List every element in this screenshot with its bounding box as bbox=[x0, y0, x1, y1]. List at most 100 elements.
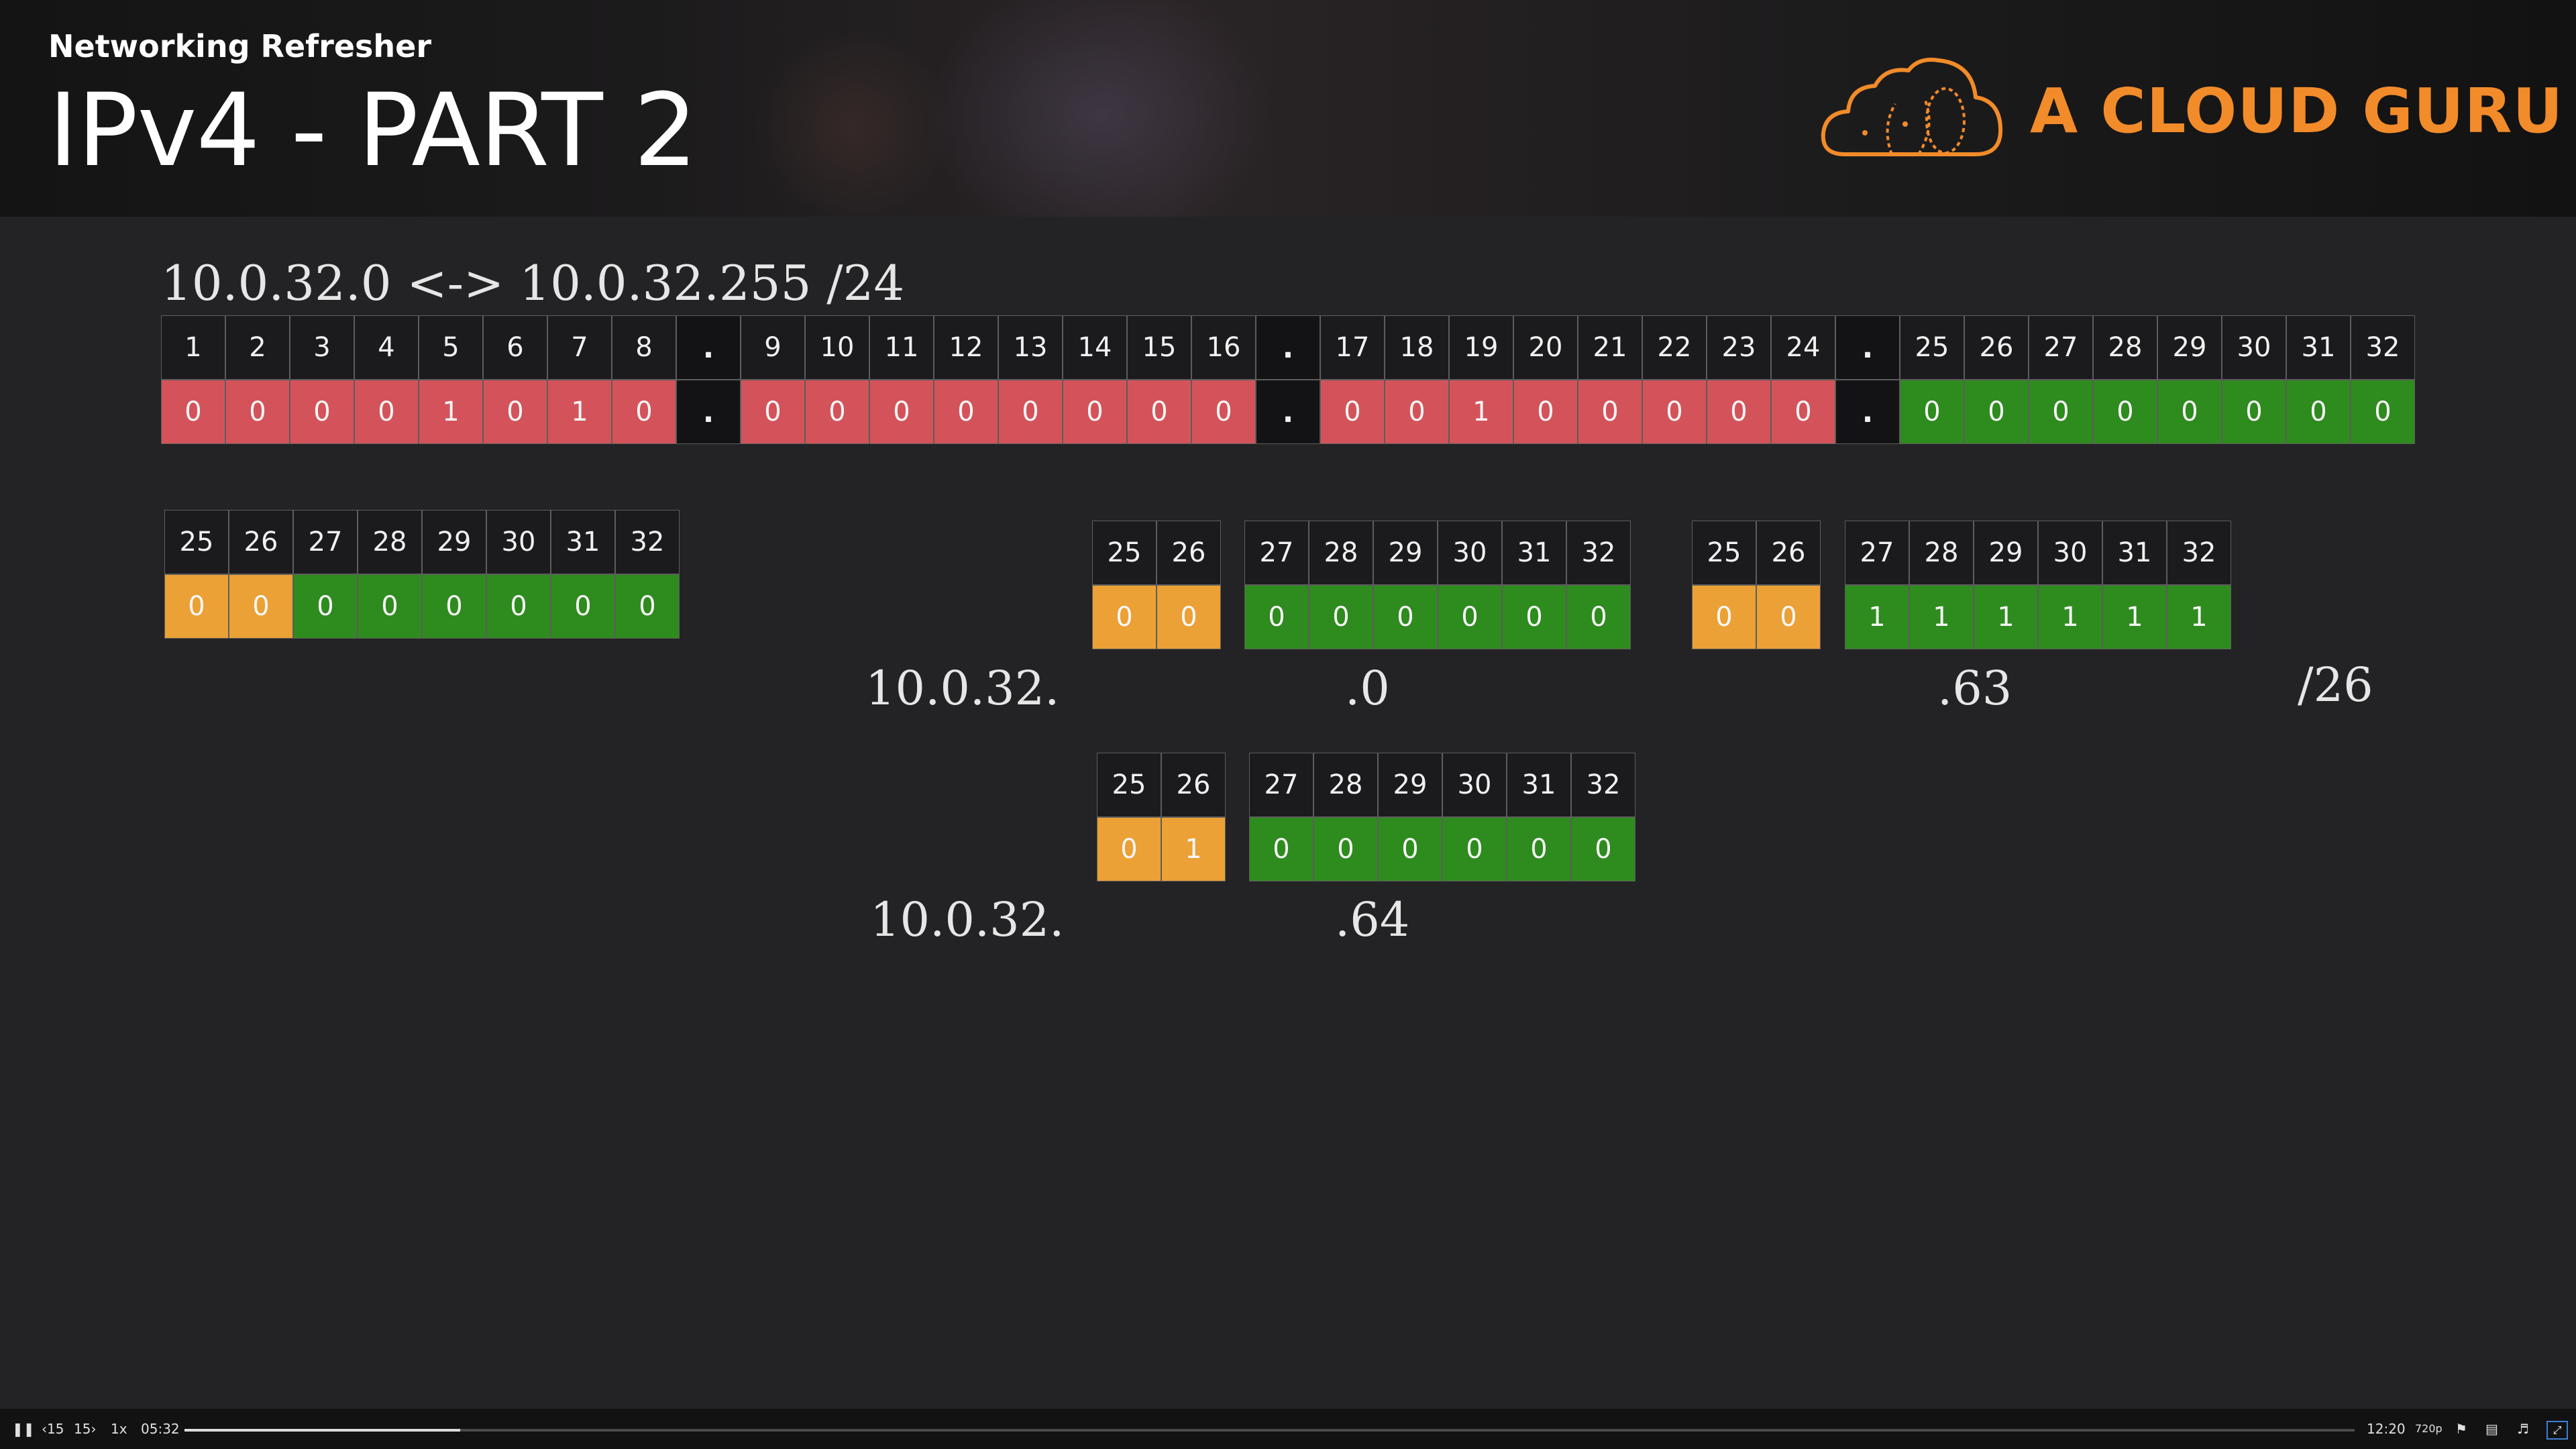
bit-value-red: 0 bbox=[1063, 380, 1127, 444]
bit-position-header: 10 bbox=[805, 315, 869, 380]
bit-position-header: 2 bbox=[225, 315, 290, 380]
bit-value-red: 0 bbox=[1707, 380, 1771, 444]
octet-separator: . bbox=[1835, 315, 1900, 380]
bit-value-orange: 0 bbox=[1692, 585, 1756, 649]
bit-position-header: 23 bbox=[1707, 315, 1771, 380]
octet-separator: . bbox=[1256, 380, 1320, 444]
bit-value-orange: 0 bbox=[229, 574, 293, 639]
bit-position-header: 27 bbox=[1845, 521, 1909, 585]
bit-value-green: 0 bbox=[1438, 585, 1502, 649]
bit-position-header: 28 bbox=[1309, 521, 1373, 585]
flag-icon[interactable]: ⚑ bbox=[2455, 1422, 2467, 1436]
octet-separator: . bbox=[1256, 315, 1320, 380]
next-address-suffix-label: .64 bbox=[1335, 892, 1410, 947]
bit-value-red: 1 bbox=[419, 380, 483, 444]
brand-logo: A CLOUD GURU bbox=[1818, 54, 2563, 168]
bit-value-green: 1 bbox=[2102, 585, 2167, 649]
bit-value-red: 1 bbox=[547, 380, 612, 444]
bit-value-red: 0 bbox=[1127, 380, 1191, 444]
bit-position-header: 32 bbox=[615, 510, 680, 574]
octet-separator: . bbox=[676, 315, 741, 380]
bit-position-header: 26 bbox=[1756, 521, 1821, 585]
bit-position-header: 32 bbox=[2351, 315, 2415, 380]
bit-value-green: 0 bbox=[1244, 585, 1309, 649]
captions-icon[interactable]: ▤ bbox=[2485, 1422, 2498, 1436]
bit-value-green: 1 bbox=[2167, 585, 2231, 649]
bit-value-red: 0 bbox=[741, 380, 805, 444]
next-subnet-network-bits: 25 26 0 1 bbox=[1097, 753, 1226, 881]
bit-position-header: 25 bbox=[164, 510, 229, 574]
octet-separator: . bbox=[1835, 380, 1900, 444]
bit-position-header: 27 bbox=[293, 510, 358, 574]
bit-position-header: 17 bbox=[1320, 315, 1385, 380]
bit-position-header: 31 bbox=[551, 510, 615, 574]
bit-position-header: 16 bbox=[1191, 315, 1256, 380]
bit-value-red: 0 bbox=[354, 380, 419, 444]
bit-value-orange: 0 bbox=[1157, 585, 1221, 649]
bit-position-header: 30 bbox=[1442, 753, 1507, 817]
bit-position-header: 12 bbox=[934, 315, 998, 380]
bit-position-header: 11 bbox=[869, 315, 934, 380]
bit-position-header: 21 bbox=[1578, 315, 1642, 380]
bit-value-green: 0 bbox=[1249, 817, 1313, 881]
skip-back-button[interactable]: ‹15 bbox=[42, 1422, 64, 1436]
bit-value-green: 0 bbox=[358, 574, 422, 639]
bit-value-red: 0 bbox=[998, 380, 1063, 444]
pause-icon[interactable]: ❚❚ bbox=[12, 1422, 35, 1436]
next-subnet-host-bits: 27 28 29 30 31 32 0 0 0 0 0 0 bbox=[1249, 753, 1635, 881]
bit-position-header: 29 bbox=[422, 510, 486, 574]
bit-position-header: 31 bbox=[1502, 521, 1566, 585]
bit-value-red: 1 bbox=[1449, 380, 1513, 444]
bit-position-header: 9 bbox=[741, 315, 805, 380]
bit-position-header: 8 bbox=[612, 315, 676, 380]
first-subnet-network-bits: 25 26 0 0 bbox=[1092, 521, 1221, 649]
address-range-heading: 10.0.32.0 <-> 10.0.32.255 /24 bbox=[161, 255, 905, 311]
bit-value-green: 1 bbox=[2038, 585, 2102, 649]
bit-position-header: 13 bbox=[998, 315, 1063, 380]
bit-position-header: 31 bbox=[1507, 753, 1571, 817]
bit-position-header: 24 bbox=[1771, 315, 1835, 380]
bit-position-header: 27 bbox=[1249, 753, 1313, 817]
bit-position-header: 28 bbox=[1313, 753, 1378, 817]
bit-position-header: 7 bbox=[547, 315, 612, 380]
bit-value-green: 0 bbox=[486, 574, 551, 639]
bit-value-green: 0 bbox=[1502, 585, 1566, 649]
bit-position-header: 28 bbox=[1909, 521, 1974, 585]
next-address-prefix-label: 10.0.32. bbox=[870, 892, 1065, 947]
bit-value-green: 0 bbox=[1313, 817, 1378, 881]
bit-value-green: 0 bbox=[551, 574, 615, 639]
bit-value-red: 0 bbox=[1642, 380, 1707, 444]
bit-value-green: 1 bbox=[1845, 585, 1909, 649]
bit-value-orange: 0 bbox=[1092, 585, 1157, 649]
bit-value-green: 0 bbox=[2222, 380, 2286, 444]
octet-separator: . bbox=[676, 380, 741, 444]
bit-position-header: 27 bbox=[2029, 315, 2093, 380]
fullscreen-icon[interactable]: ⤢ bbox=[2546, 1421, 2568, 1440]
bit-value-red: 0 bbox=[1191, 380, 1256, 444]
address-prefix-label: 10.0.32. bbox=[865, 661, 1060, 716]
bit-value-green: 0 bbox=[1964, 380, 2029, 444]
bit-value-green: 1 bbox=[1974, 585, 2038, 649]
playback-speed-button[interactable]: 1x bbox=[111, 1422, 127, 1436]
bit-position-header: 32 bbox=[1566, 521, 1631, 585]
bit-position-header: 31 bbox=[2102, 521, 2167, 585]
progress-track[interactable] bbox=[184, 1429, 2355, 1432]
bit-position-header: 26 bbox=[1964, 315, 2029, 380]
bit-value-green: 0 bbox=[2093, 380, 2157, 444]
bit-position-header: 29 bbox=[2157, 315, 2222, 380]
bit-position-header: 30 bbox=[1438, 521, 1502, 585]
bit-position-header: 32 bbox=[2167, 521, 2231, 585]
address-bit-table: 1 2 3 4 5 6 7 8. 9 10 11 12 13 14 15 16. 17 18 19 20 21 22 23 2… bbox=[161, 315, 2415, 444]
bit-position-header: 27 bbox=[1244, 521, 1309, 585]
bit-value-green: 1 bbox=[1909, 585, 1974, 649]
volume-icon[interactable]: ♬ bbox=[2517, 1422, 2529, 1436]
bit-position-header: 25 bbox=[1692, 521, 1756, 585]
bit-value-green: 0 bbox=[1309, 585, 1373, 649]
last-address-suffix-label: .63 bbox=[1937, 661, 2012, 716]
skip-forward-button[interactable]: 15› bbox=[74, 1422, 96, 1436]
bit-value-red: 0 bbox=[612, 380, 676, 444]
quality-button[interactable]: 720p bbox=[2415, 1422, 2443, 1436]
bit-value-green: 0 bbox=[1566, 585, 1631, 649]
bit-position-header: 30 bbox=[2038, 521, 2102, 585]
bit-value-green: 0 bbox=[2157, 380, 2222, 444]
